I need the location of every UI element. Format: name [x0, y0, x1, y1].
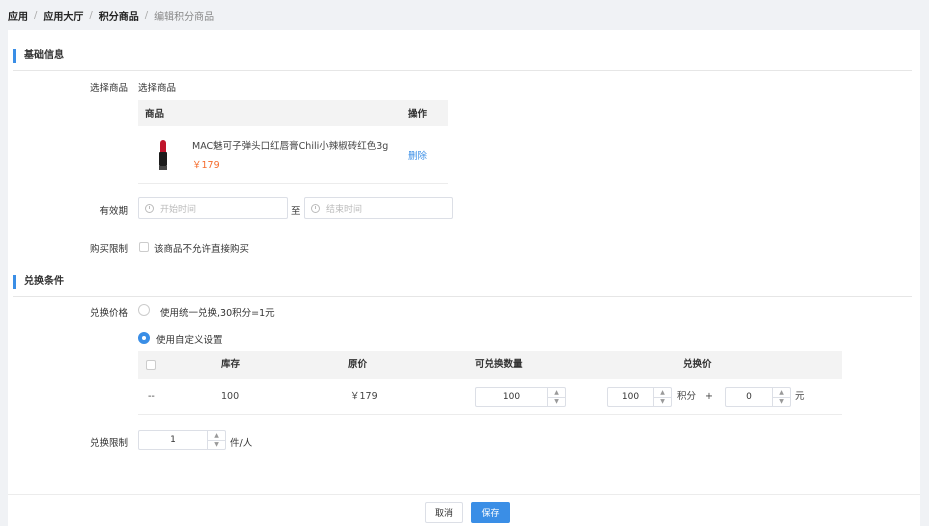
- breadcrumb-separator: /: [89, 9, 93, 21]
- clock-icon: [311, 203, 320, 213]
- select-all-checkbox[interactable]: [146, 360, 156, 370]
- chevron-down-icon[interactable]: ▼: [654, 398, 671, 407]
- start-date-placeholder: 开始时间: [160, 204, 197, 215]
- points-stepper[interactable]: 100 ▲ ▼: [607, 387, 672, 407]
- goods-label: 选择商品: [89, 83, 128, 94]
- stock-column-header: 库存: [221, 359, 241, 370]
- validity-label: 有效期: [99, 206, 128, 217]
- exchange-column-header: 兑换价: [683, 359, 712, 370]
- select-goods-link[interactable]: 选择商品: [138, 80, 176, 94]
- cash-unit: 元: [795, 391, 805, 402]
- exchange-qty-stepper[interactable]: 100 ▲ ▼: [475, 387, 566, 407]
- stock-cell: 100: [221, 391, 240, 402]
- custom-exchange-radio[interactable]: [138, 332, 150, 344]
- exchange-limit-value: 1: [170, 435, 176, 445]
- chevron-up-icon[interactable]: ▲: [548, 388, 565, 398]
- breadcrumb-apps[interactable]: 应用: [8, 8, 28, 23]
- cancel-button[interactable]: 取消: [425, 502, 463, 523]
- ops-column-header: 操作: [408, 109, 428, 120]
- chevron-down-icon[interactable]: ▼: [773, 398, 790, 407]
- exchange-limit-stepper[interactable]: 1 ▲ ▼: [138, 430, 226, 450]
- cash-stepper[interactable]: 0 ▲ ▼: [725, 387, 791, 407]
- points-unit: 积分: [677, 391, 697, 402]
- product-image: [144, 132, 184, 178]
- section-divider: [13, 296, 912, 297]
- goods-row: MAC魅可子弹头口红唇膏Chili小辣椒砖红色3g ￥179 删除: [138, 126, 448, 184]
- points-value: 100: [621, 392, 640, 402]
- purchase-limit-label: 购买限制: [89, 244, 128, 255]
- price-cell: ￥179: [350, 391, 378, 402]
- breadcrumb-app-hall[interactable]: 应用大厅: [43, 8, 83, 23]
- goods-table-header: 商品 操作: [138, 100, 448, 126]
- goods-table: 商品 操作 MAC魅可子弹头口红唇膏Chili小辣椒砖红色3g ￥179 删除: [138, 100, 448, 184]
- date-range-separator: 至: [291, 206, 301, 217]
- product-price: ￥179: [192, 160, 220, 171]
- exchange-limit-label: 兑换限制: [89, 438, 128, 449]
- breadcrumb-current: 编辑积分商品: [154, 11, 215, 23]
- clock-icon: [145, 203, 154, 213]
- sku-cell: --: [148, 391, 155, 402]
- exchange-price-label: 兑换价格: [89, 308, 128, 319]
- delete-goods-link[interactable]: 删除: [408, 148, 448, 162]
- exchange-limit-unit: 件/人: [230, 438, 253, 449]
- end-date-placeholder: 结束时间: [326, 204, 363, 215]
- form-footer: 取消 保存: [8, 494, 920, 526]
- cash-value: 0: [746, 392, 752, 402]
- section-title-basic: 基础信息: [13, 49, 64, 63]
- section-divider: [13, 70, 912, 71]
- plus-sign: +: [705, 391, 713, 402]
- chevron-up-icon[interactable]: ▲: [208, 431, 225, 441]
- breadcrumb-separator: /: [144, 9, 149, 21]
- section-title-exchange: 兑换条件: [13, 275, 64, 289]
- qty-column-header: 可兑换数量: [475, 359, 523, 370]
- disallow-purchase-checkbox[interactable]: [139, 242, 149, 252]
- chevron-up-icon[interactable]: ▲: [773, 388, 790, 398]
- unified-exchange-radio[interactable]: [138, 304, 150, 316]
- table-row: -- 100 ￥179 100 ▲ ▼ 100 ▲ ▼ 积分 + 0 ▲ ▼ 元: [138, 379, 842, 415]
- disallow-purchase-text: 该商品不允许直接购买: [154, 244, 250, 255]
- save-button[interactable]: 保存: [471, 502, 510, 523]
- scrollbar[interactable]: [923, 30, 929, 526]
- end-date-input[interactable]: 结束时间: [304, 197, 453, 219]
- breadcrumb: 应用 / 应用大厅 / 积分商品 / 编辑积分商品: [8, 8, 215, 23]
- goods-column-header: 商品: [145, 109, 165, 120]
- chevron-down-icon[interactable]: ▼: [208, 441, 225, 450]
- chevron-up-icon[interactable]: ▲: [654, 388, 671, 398]
- unified-exchange-text: 使用统一兑换,30积分=1元: [160, 308, 275, 319]
- chevron-down-icon[interactable]: ▼: [548, 398, 565, 407]
- exchange-table: 库存 原价 可兑换数量 兑换价 -- 100 ￥179 100 ▲ ▼ 100 ▲…: [138, 351, 842, 415]
- breadcrumb-separator: /: [34, 9, 38, 21]
- form-card: 基础信息 选择商品 选择商品 商品 操作 MAC魅可子弹头口红唇膏Chili小辣…: [8, 30, 920, 526]
- exchange-table-header: 库存 原价 可兑换数量 兑换价: [138, 351, 842, 379]
- exchange-qty-value: 100: [502, 392, 521, 402]
- start-date-input[interactable]: 开始时间: [138, 197, 288, 219]
- product-name: MAC魅可子弹头口红唇膏Chili小辣椒砖红色3g: [192, 141, 389, 152]
- price-column-header: 原价: [348, 359, 368, 370]
- custom-exchange-text: 使用自定义设置: [156, 335, 223, 346]
- breadcrumb-points-goods[interactable]: 积分商品: [99, 8, 139, 23]
